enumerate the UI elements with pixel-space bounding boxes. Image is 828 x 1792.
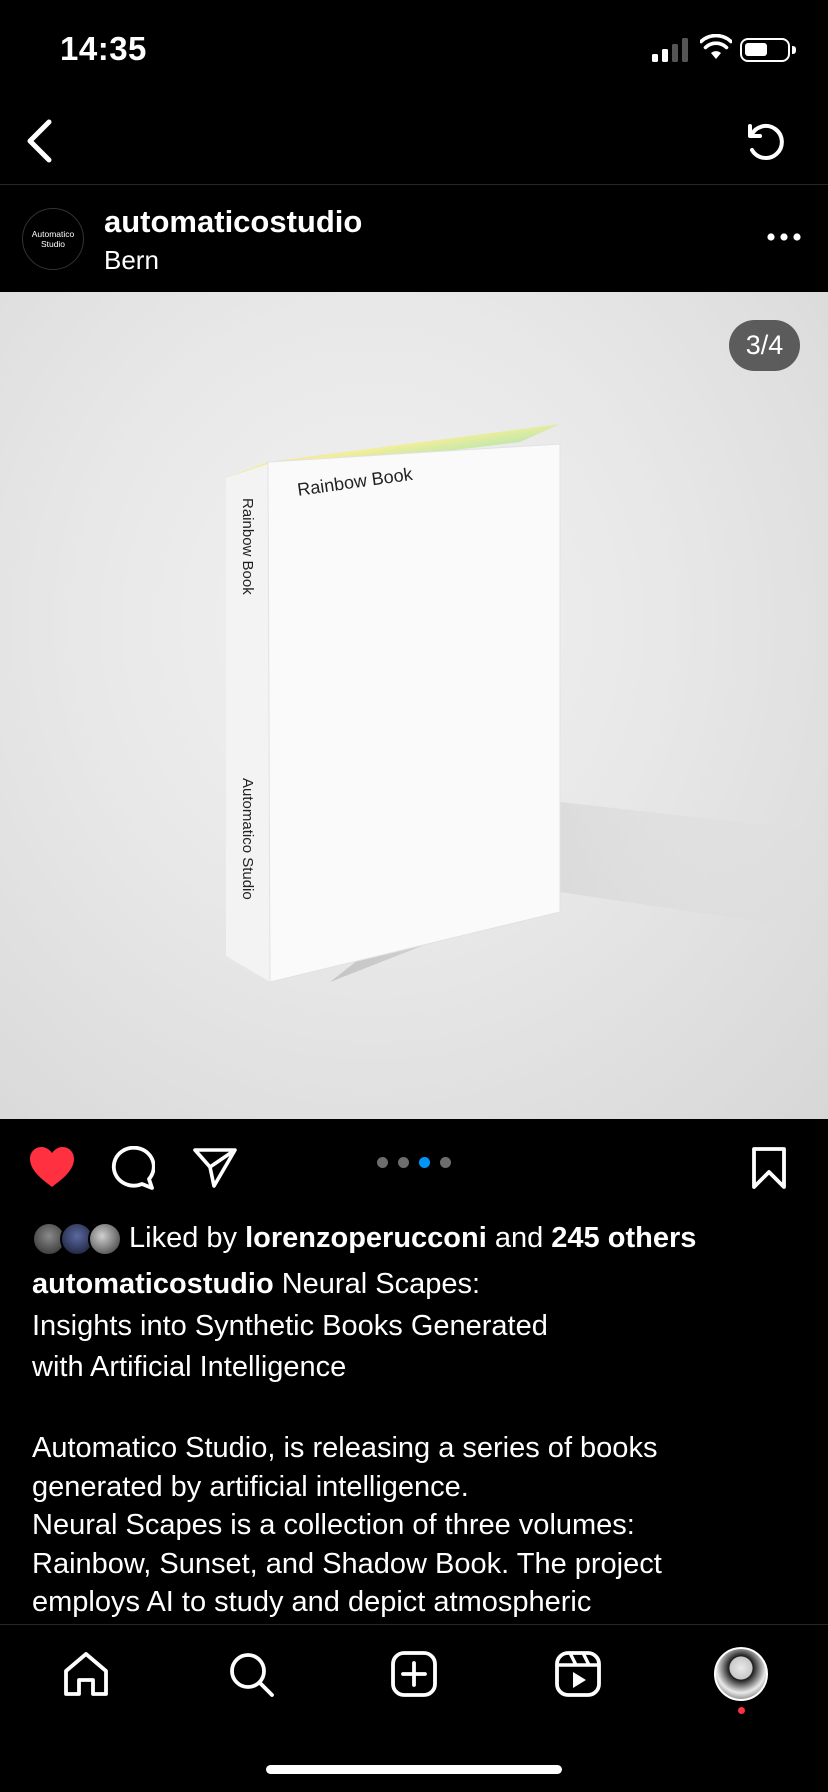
liked-by-text[interactable]: Liked by lorenzoperucconi and 245 others bbox=[129, 1222, 696, 1255]
caption-body: Automatico Studio, is releasing a series… bbox=[32, 1429, 802, 1622]
save-bookmark-icon[interactable] bbox=[751, 1146, 787, 1190]
caption-line: with Artificial Intelligence bbox=[32, 1351, 347, 1383]
caption-line: Neural Scapes: bbox=[281, 1268, 481, 1300]
search-icon[interactable] bbox=[227, 1650, 275, 1698]
profile-tab-avatar[interactable] bbox=[714, 1647, 768, 1701]
post-caption: automaticostudio Neural Scapes: Insights… bbox=[32, 1264, 792, 1389]
caption-body-line: Automatico Studio, is releasing a series… bbox=[32, 1432, 658, 1464]
caption-body-line: employs AI to study and depict atmospher… bbox=[32, 1586, 592, 1618]
caption-body-line: Neural Scapes is a collection of three v… bbox=[32, 1509, 635, 1541]
caption-line: Insights into Synthetic Books Generated bbox=[32, 1309, 548, 1342]
liked-by-others[interactable]: 245 others bbox=[551, 1222, 696, 1254]
status-time: 14:35 bbox=[60, 30, 147, 67]
like-heart-icon[interactable] bbox=[28, 1146, 76, 1188]
battery-icon bbox=[740, 38, 796, 62]
cellular-signal-icon bbox=[652, 38, 688, 62]
caption-body-line: generated by artificial intelligence. bbox=[32, 1470, 469, 1503]
liked-by-user[interactable]: lorenzoperucconi bbox=[245, 1222, 487, 1254]
post-location[interactable]: Bern bbox=[104, 245, 159, 276]
book-spine-title: Rainbow Book bbox=[239, 498, 256, 595]
wifi-icon bbox=[700, 34, 732, 59]
post-author-username[interactable]: automaticostudio bbox=[104, 204, 362, 240]
carousel-dot bbox=[398, 1157, 409, 1168]
share-paper-plane-icon[interactable] bbox=[192, 1147, 238, 1189]
carousel-dot bbox=[440, 1157, 451, 1168]
carousel-dot-active bbox=[419, 1157, 430, 1168]
post-image[interactable]: Rainbow Book Rainbow Book Automatico Stu… bbox=[0, 292, 828, 1119]
post-author-avatar[interactable]: Automatico Studio bbox=[22, 208, 84, 270]
reels-icon[interactable] bbox=[554, 1650, 602, 1698]
image-counter-badge: 3/4 bbox=[729, 320, 800, 371]
liked-by-and: and bbox=[494, 1222, 544, 1254]
carousel-dot bbox=[377, 1157, 388, 1168]
book-photo-illustration bbox=[226, 424, 828, 983]
home-icon[interactable] bbox=[62, 1651, 110, 1697]
book-spine-author: Automatico Studio bbox=[239, 778, 256, 900]
caption-body-line: Rainbow, Sunset, and Shadow Book. The pr… bbox=[32, 1547, 662, 1580]
caption-username[interactable]: automaticostudio bbox=[32, 1268, 274, 1300]
create-plus-icon[interactable] bbox=[390, 1650, 438, 1698]
carousel-dots bbox=[377, 1157, 451, 1168]
header-divider bbox=[0, 184, 828, 185]
refresh-icon[interactable] bbox=[740, 116, 788, 164]
liked-by-avatars[interactable] bbox=[32, 1222, 122, 1256]
comment-icon[interactable] bbox=[109, 1146, 155, 1190]
liked-by-prefix: Liked by bbox=[129, 1222, 238, 1254]
profile-notification-dot bbox=[738, 1707, 745, 1714]
back-chevron-icon[interactable] bbox=[24, 118, 54, 164]
liker-avatar bbox=[88, 1222, 122, 1256]
more-options-icon[interactable] bbox=[766, 231, 802, 243]
home-indicator[interactable] bbox=[266, 1765, 562, 1774]
